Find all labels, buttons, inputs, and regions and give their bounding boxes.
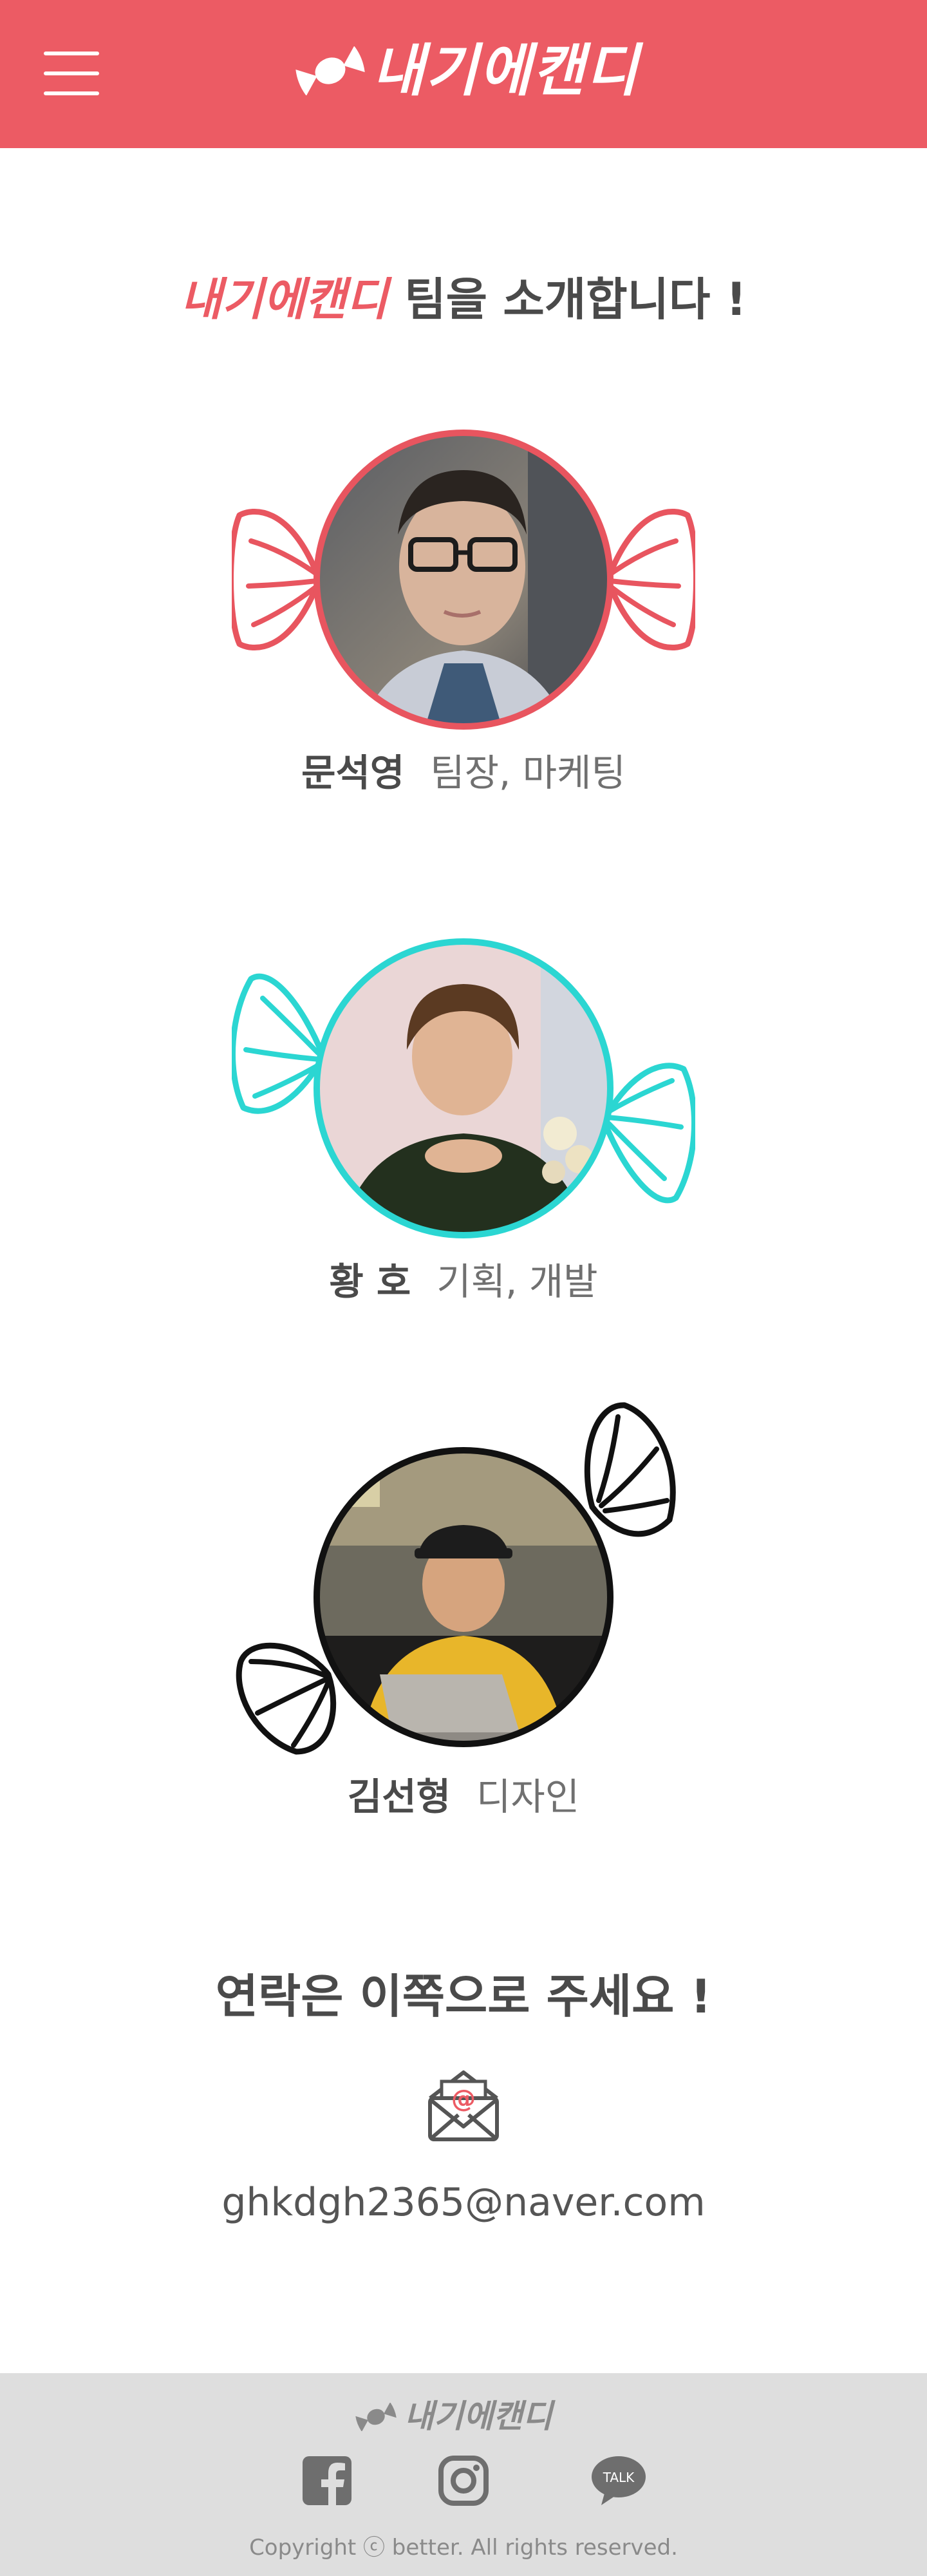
intro-brand: 내기에캔디 [180,273,388,326]
copyright-text: Copyright ⓒ better. All rights reserved. [249,2535,678,2561]
kakaotalk-label: TALK [603,2470,635,2485]
member-name: 김선형 [347,1775,451,1819]
team-member-card: 황 호 기획, 개발 [0,927,927,1327]
kakaotalk-icon[interactable]: TALK [590,2454,648,2508]
member-caption: 황 호 기획, 개발 [0,1256,927,1307]
footer: 내기에캔디 TALK Copyright ⓒ better. All right… [0,2373,927,2576]
member-caption: 문석영 팀장, 마케팅 [0,747,927,799]
member-name: 황 호 [329,1260,411,1303]
facebook-icon[interactable] [300,2454,354,2508]
candy-portrait-frame [236,1402,676,1755]
brand-logo[interactable]: 내기에캔디 [295,32,668,109]
footer-logo[interactable]: 내기에캔디 [355,2392,574,2440]
member-role: 기획, 개발 [436,1260,598,1303]
team-member-card: 문석영 팀장, 마케팅 [0,419,927,818]
member-name: 문석영 [301,751,405,795]
member-role: 팀장, 마케팅 [430,751,626,795]
candy-icon [355,2403,397,2431]
contact-title: 연락은 이쪽으로 주세요 ! [215,1969,712,2023]
brand-logo-text: 내기에캔디 [372,37,639,104]
candy-portrait-frame [232,430,695,730]
contact-email[interactable]: ghkdgh2365@naver.com [0,2170,927,2235]
member-caption: 김선형 디자인 [0,1771,927,1823]
top-header: 내기에캔디 [0,0,927,148]
svg-text:@: @ [451,2085,476,2113]
footer-logo-text: 내기에캔디 [404,2398,552,2435]
intro-title: 팀을 소개합니다 ! [404,273,747,326]
team-intro-heading: 내기에캔디 팀을 소개합니다 ! [0,267,927,332]
member-role: 디자인 [476,1775,580,1819]
hamburger-menu-icon[interactable] [44,52,99,95]
candy-icon [295,46,365,95]
instagram-icon[interactable] [436,2454,491,2508]
email-envelope-icon[interactable]: @ [425,2067,502,2143]
candy-portrait-frame [232,938,695,1238]
team-member-card: 김선형 디자인 [0,1391,927,1842]
